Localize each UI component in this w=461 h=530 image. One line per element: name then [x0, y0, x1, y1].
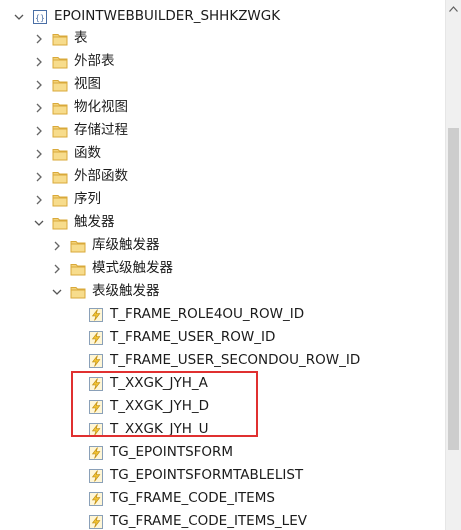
chevron-right-icon[interactable]: [34, 126, 44, 136]
tree-node-label: 序列: [74, 191, 101, 207]
trigger-item[interactable]: T_XXGK_JYH_U: [88, 418, 209, 441]
folder-icon: [52, 54, 68, 70]
tree-node-label: 表: [74, 30, 88, 46]
folder-icon: [52, 123, 68, 139]
chevron-right-icon[interactable]: [52, 241, 62, 251]
tree-node-label: 外部函数: [74, 168, 128, 184]
trigger-icon: [88, 514, 104, 530]
folder-icon: [70, 261, 86, 277]
trigger-label: T_XXGK_JYH_A: [110, 375, 208, 391]
tree-node-tables[interactable]: 表: [34, 27, 88, 50]
trigger-icon: [88, 491, 104, 507]
tree-node-label: 函数: [74, 145, 101, 161]
tree-node-root[interactable]: {} EPOINTWEBBUILDER_SHHKZWGK: [14, 5, 280, 28]
trigger-icon: [88, 307, 104, 323]
tree-node-label: 表级触发器: [92, 283, 160, 299]
trigger-item[interactable]: T_FRAME_ROLE4OU_ROW_ID: [88, 303, 304, 326]
tree-node-triggers[interactable]: 触发器: [34, 211, 115, 234]
folder-icon: [70, 284, 86, 300]
folder-icon: [52, 77, 68, 93]
tree-node-views[interactable]: 视图: [34, 73, 101, 96]
trigger-label: T_FRAME_ROLE4OU_ROW_ID: [110, 306, 305, 322]
svg-text:{}: {}: [35, 13, 45, 22]
chevron-down-icon[interactable]: [52, 287, 62, 297]
trigger-item[interactable]: TG_FRAME_CODE_ITEMS: [88, 487, 275, 510]
trigger-icon: [88, 353, 104, 369]
trigger-label: TG_EPOINTSFORMTABLELIST: [110, 467, 304, 483]
tree-node-label: 库级触发器: [92, 237, 160, 253]
trigger-icon: [88, 399, 104, 415]
trigger-item[interactable]: TG_EPOINTSFORMTABLELIST: [88, 464, 303, 487]
folder-icon: [52, 100, 68, 116]
trigger-label: T_XXGK_JYH_D: [110, 398, 210, 414]
chevron-down-icon[interactable]: [34, 218, 44, 228]
tree-node-procedures[interactable]: 存储过程: [34, 119, 128, 142]
tree-node-label: 存储过程: [74, 122, 128, 138]
trigger-label: T_XXGK_JYH_U: [110, 421, 209, 437]
vertical-scrollbar[interactable]: [445, 0, 461, 530]
chevron-right-icon[interactable]: [34, 34, 44, 44]
chevron-right-icon[interactable]: [34, 172, 44, 182]
trigger-item[interactable]: TG_FRAME_CODE_ITEMS_LEV: [88, 510, 307, 530]
chevron-right-icon[interactable]: [34, 103, 44, 113]
tree-node-label: 物化视图: [74, 99, 128, 115]
tree-node-functions[interactable]: 函数: [34, 142, 101, 165]
trigger-item[interactable]: T_XXGK_JYH_A: [88, 372, 208, 395]
trigger-icon: [88, 468, 104, 484]
scroll-up-arrow-icon[interactable]: [446, 0, 461, 17]
tree-node-label: 外部表: [74, 53, 115, 69]
tree-node-materialized-views[interactable]: 物化视图: [34, 96, 128, 119]
tree-node-external-functions[interactable]: 外部函数: [34, 165, 128, 188]
tree-node-external-tables[interactable]: 外部表: [34, 50, 115, 73]
folder-icon: [52, 146, 68, 162]
trigger-label: TG_FRAME_CODE_ITEMS: [110, 490, 275, 506]
tree-node-sequences[interactable]: 序列: [34, 188, 101, 211]
trigger-item[interactable]: T_FRAME_USER_ROW_ID: [88, 326, 275, 349]
tree-node-label: 视图: [74, 76, 101, 92]
chevron-down-icon[interactable]: [14, 12, 24, 22]
tree-node-label: EPOINTWEBBUILDER_SHHKZWGK: [54, 8, 281, 24]
folder-icon: [52, 215, 68, 231]
trigger-icon: [88, 330, 104, 346]
tree-node-table-triggers[interactable]: 表级触发器: [52, 280, 160, 303]
folder-icon: [52, 31, 68, 47]
trigger-label: TG_FRAME_CODE_ITEMS_LEV: [110, 513, 307, 529]
trigger-item[interactable]: T_FRAME_USER_SECONDOU_ROW_ID: [88, 349, 360, 372]
folder-icon: [52, 192, 68, 208]
trigger-item[interactable]: T_XXGK_JYH_D: [88, 395, 209, 418]
scrollbar-thumb[interactable]: [448, 128, 459, 450]
trigger-item[interactable]: TG_EPOINTSFORM: [88, 441, 233, 464]
trigger-label: T_FRAME_USER_ROW_ID: [110, 329, 276, 345]
tree-node-label: 模式级触发器: [92, 260, 173, 276]
object-tree: {} EPOINTWEBBUILDER_SHHKZWGK 表 外部表 视图 物化…: [0, 0, 446, 530]
tree-node-schema-triggers[interactable]: 模式级触发器: [52, 257, 173, 280]
folder-icon: [70, 238, 86, 254]
trigger-icon: [88, 376, 104, 392]
trigger-label: T_FRAME_USER_SECONDOU_ROW_ID: [110, 352, 361, 368]
chevron-right-icon[interactable]: [34, 149, 44, 159]
chevron-right-icon[interactable]: [52, 264, 62, 274]
chevron-right-icon[interactable]: [34, 195, 44, 205]
folder-icon: [52, 169, 68, 185]
chevron-right-icon[interactable]: [34, 80, 44, 90]
trigger-icon: [88, 422, 104, 438]
trigger-icon: [88, 445, 104, 461]
tree-node-label: 触发器: [74, 214, 115, 230]
chevron-right-icon[interactable]: [34, 57, 44, 67]
trigger-label: TG_EPOINTSFORM: [110, 444, 234, 460]
tree-node-database-triggers[interactable]: 库级触发器: [52, 234, 160, 257]
database-icon: {}: [32, 9, 48, 25]
